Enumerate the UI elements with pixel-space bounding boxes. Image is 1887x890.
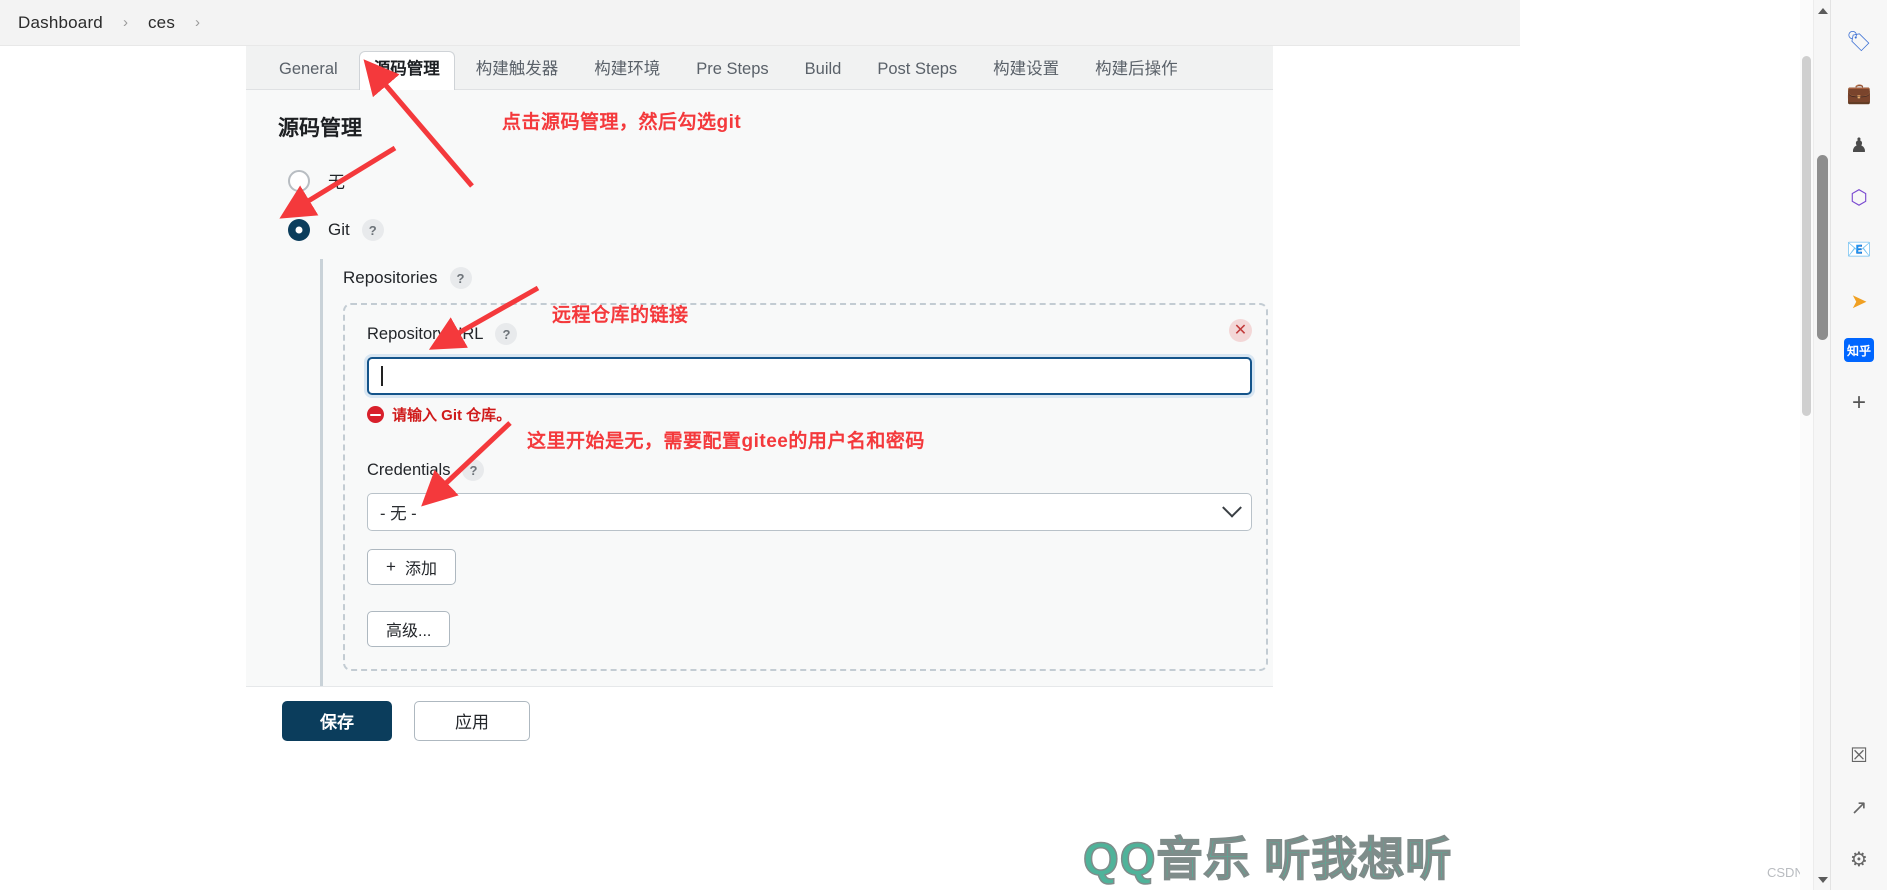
annotation-credentials: 这里开始是无，需要配置gitee的用户名和密码 bbox=[527, 431, 925, 452]
microsoft365-icon[interactable]: ⬡ bbox=[1844, 182, 1874, 212]
tab-post-steps[interactable]: Post Steps bbox=[862, 51, 972, 90]
repository-url-error-text: 请输入 Git 仓库。 bbox=[392, 407, 512, 424]
job-config-panel: General 源码管理 构建触发器 构建环境 Pre Steps Build … bbox=[246, 46, 1273, 733]
advanced-button[interactable]: 高级... bbox=[367, 611, 451, 647]
tag-icon[interactable]: 🏷 bbox=[1844, 26, 1874, 56]
annotation-click-scm: 点击源码管理，然后勾选git bbox=[502, 112, 742, 133]
config-tabbar: General 源码管理 构建触发器 构建环境 Pre Steps Build … bbox=[246, 46, 1273, 90]
breadcrumb-separator-icon-2: › bbox=[195, 14, 201, 31]
breadcrumb-item-ces[interactable]: ces bbox=[140, 13, 183, 33]
share-icon[interactable]: ↗ bbox=[1844, 792, 1874, 822]
outlook-icon[interactable]: 📧 bbox=[1844, 234, 1874, 264]
credentials-label-row: Credentials ? bbox=[367, 459, 1244, 481]
left-gutter bbox=[0, 46, 246, 890]
tab-general[interactable]: General bbox=[264, 51, 353, 90]
text-caret bbox=[381, 366, 383, 386]
plus-icon: + bbox=[386, 557, 396, 576]
browser-right-rail: 🏷 💼 ♟ ⬡ 📧 ➤ 知乎 + ☒ ↗ ⚙ bbox=[1830, 0, 1887, 890]
scroll-down-arrow-icon[interactable] bbox=[1814, 871, 1831, 888]
collections-icon[interactable]: ☒ bbox=[1844, 740, 1874, 770]
settings-gear-icon[interactable]: ⚙ bbox=[1844, 844, 1874, 874]
tab-pre-steps[interactable]: Pre Steps bbox=[681, 51, 783, 90]
chevron-down-icon bbox=[1222, 497, 1242, 518]
scm-option-none[interactable]: 无 bbox=[278, 168, 1247, 193]
page-inner-scrollbar-thumb[interactable] bbox=[1802, 56, 1811, 416]
save-button[interactable]: 保存 bbox=[282, 700, 392, 741]
breadcrumb-separator-icon: › bbox=[122, 14, 128, 31]
repository-url-error: 请输入 Git 仓库。 bbox=[367, 404, 1244, 425]
scm-option-git[interactable]: Git ? bbox=[278, 219, 1247, 241]
add-credential-button[interactable]: + 添加 bbox=[367, 549, 456, 585]
apply-button[interactable]: 应用 bbox=[414, 700, 530, 741]
radio-none[interactable] bbox=[288, 169, 310, 192]
git-settings-block: Repositories ? ✕ Repository URL ? 请输入 Gi… bbox=[320, 259, 1268, 733]
qq-music-watermark: QQ音乐 听我想听 bbox=[1082, 832, 1453, 886]
help-icon-repositories[interactable]: ? bbox=[449, 267, 472, 289]
annotation-repo-url: 远程仓库的链接 bbox=[552, 305, 689, 326]
remove-repository-icon[interactable]: ✕ bbox=[1229, 319, 1252, 342]
page-inner-scrollbar[interactable] bbox=[1800, 0, 1813, 890]
radio-git[interactable] bbox=[288, 219, 310, 241]
briefcase-icon[interactable]: 💼 bbox=[1844, 78, 1874, 108]
repository-url-label-row: Repository URL ? bbox=[367, 323, 1244, 345]
repository-card: ✕ Repository URL ? 请输入 Git 仓库。 Credentia… bbox=[343, 303, 1268, 671]
tab-post-build-actions[interactable]: 构建后操作 bbox=[1080, 51, 1193, 90]
tab-build-settings[interactable]: 构建设置 bbox=[978, 51, 1074, 90]
help-icon-git[interactable]: ? bbox=[361, 219, 384, 241]
chess-icon[interactable]: ♟ bbox=[1844, 130, 1874, 160]
add-credential-label: 添加 bbox=[404, 561, 437, 578]
credentials-label: Credentials bbox=[367, 460, 451, 479]
error-icon bbox=[367, 406, 384, 423]
page-title: 源码管理 bbox=[278, 117, 362, 140]
tab-build-triggers[interactable]: 构建触发器 bbox=[461, 51, 574, 90]
repositories-label-row: Repositories ? bbox=[343, 267, 1247, 289]
help-icon-credentials[interactable]: ? bbox=[462, 459, 485, 481]
repository-url-input[interactable] bbox=[367, 357, 1252, 395]
scroll-up-arrow-icon[interactable] bbox=[1814, 2, 1831, 19]
scrollbar-thumb[interactable] bbox=[1817, 155, 1828, 340]
add-sidebar-button[interactable]: + bbox=[1844, 388, 1874, 418]
tab-build-environment[interactable]: 构建环境 bbox=[579, 51, 675, 90]
tab-source-code-management[interactable]: 源码管理 bbox=[358, 51, 455, 90]
radio-none-label: 无 bbox=[328, 173, 345, 192]
right-gutter bbox=[1273, 46, 1520, 890]
form-action-bar: 保存 应用 bbox=[246, 686, 1273, 754]
radio-git-label: Git bbox=[328, 220, 350, 239]
zhihu-icon[interactable]: 知乎 bbox=[1844, 338, 1874, 362]
repositories-label: Repositories bbox=[343, 268, 438, 287]
screenshot-root: Dashboard › ces › General 源码管理 构建触发器 构建环… bbox=[0, 0, 1887, 890]
scm-panel-body: 源码管理 无 Git ? Repositories ? ✕ Repository… bbox=[246, 90, 1273, 733]
telegram-icon[interactable]: ➤ bbox=[1844, 286, 1874, 316]
credentials-select[interactable]: - 无 - bbox=[367, 493, 1252, 531]
breadcrumb-item-dashboard[interactable]: Dashboard bbox=[10, 13, 111, 33]
help-icon-repository-url[interactable]: ? bbox=[495, 323, 518, 345]
credentials-selected-value: - 无 - bbox=[380, 505, 417, 523]
breadcrumb: Dashboard › ces › bbox=[0, 0, 1520, 46]
browser-vertical-scrollbar[interactable] bbox=[1813, 0, 1830, 890]
tab-build[interactable]: Build bbox=[790, 51, 857, 90]
repository-url-label: Repository URL bbox=[367, 324, 484, 343]
